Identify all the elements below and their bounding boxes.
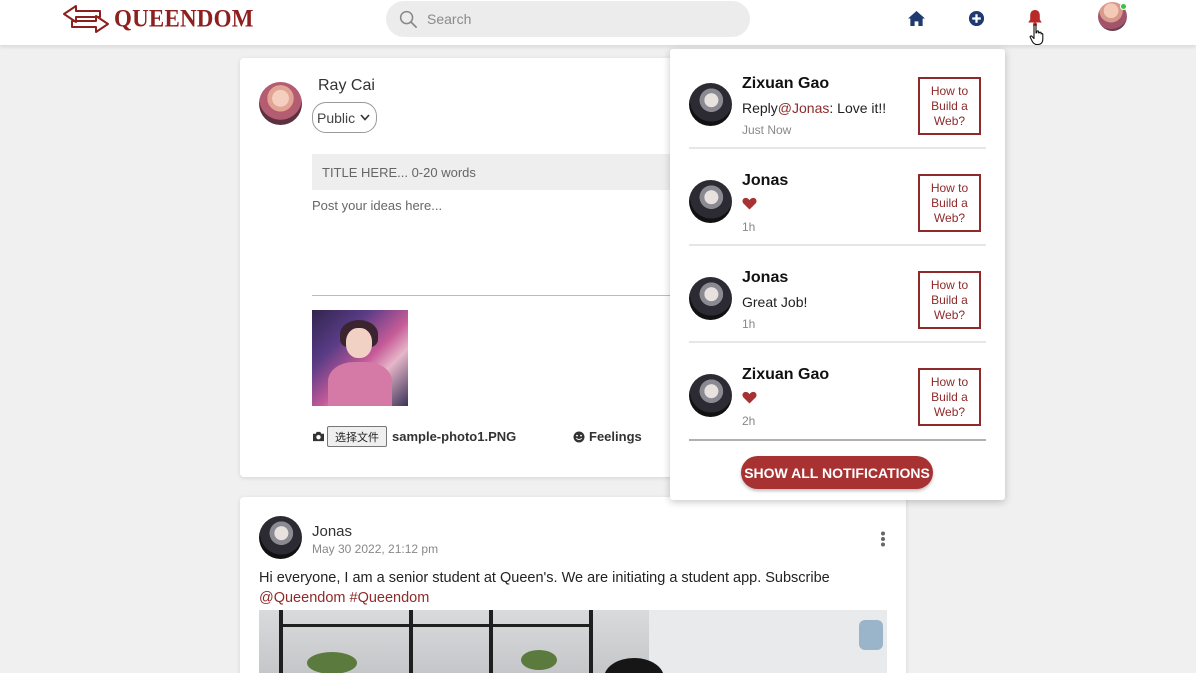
notification-item[interactable]: Zixuan Gao Reply@Jonas: Love it!! Just N…: [689, 53, 986, 149]
online-status-dot: [1120, 3, 1127, 10]
attach-row: 选择文件 sample-photo1.PNG: [312, 426, 516, 447]
more-options-icon[interactable]: [880, 531, 886, 547]
notifications-dropdown: Zixuan Gao Reply@Jonas: Love it!! Just N…: [670, 49, 1005, 500]
notification-post-thumb[interactable]: How to Build a Web?: [918, 174, 981, 232]
notification-separator: [689, 244, 986, 246]
notification-time: 1h: [742, 317, 756, 331]
post-photo: [259, 610, 887, 673]
choose-file-button[interactable]: 选择文件: [327, 426, 387, 447]
notification-post-thumb[interactable]: How to Build a Web?: [918, 271, 981, 329]
post-author[interactable]: Jonas: [312, 523, 352, 540]
notification-avatar: [689, 374, 732, 417]
notifications-divider: [689, 439, 986, 441]
notification-text-suffix: : Love it!!: [829, 100, 887, 116]
mention-link[interactable]: @Queendom: [259, 590, 345, 606]
notification-avatar: [689, 83, 732, 126]
composer-user-name: Ray Cai: [318, 77, 375, 94]
notification-avatar: [689, 180, 732, 223]
post-body: Hi everyone, I am a senior student at Qu…: [259, 568, 889, 608]
logo-text: QUEENDOM: [114, 4, 254, 33]
notification-item[interactable]: Jonas Great Job! 1h How to Build a Web?: [689, 247, 986, 343]
create-post-button[interactable]: [966, 8, 986, 28]
feelings-label: Feelings: [589, 429, 642, 444]
search-bar[interactable]: [386, 1, 750, 37]
privacy-value: Public: [317, 109, 356, 126]
composer-divider: [312, 295, 672, 296]
notification-item[interactable]: Zixuan Gao 2h How to Build a Web?: [689, 344, 986, 440]
notification-post-thumb[interactable]: How to Build a Web?: [918, 77, 981, 135]
post-author-avatar[interactable]: [259, 516, 302, 559]
camera-icon: [313, 431, 324, 442]
notification-user: Jonas: [742, 172, 789, 189]
smile-icon: [573, 431, 585, 442]
add-circle-icon: [968, 10, 984, 26]
hashtag-link[interactable]: #Queendom: [350, 590, 430, 606]
notification-time: Just Now: [742, 123, 792, 137]
notification-text-prefix: Reply: [742, 100, 778, 116]
notification-avatar: [689, 277, 732, 320]
notification-separator: [689, 147, 986, 149]
notification-post-thumb[interactable]: How to Build a Web?: [918, 368, 981, 426]
hand-cursor-icon: [1029, 24, 1044, 46]
notification-user: Zixuan Gao: [742, 366, 830, 383]
feelings-button[interactable]: Feelings: [573, 429, 642, 444]
post-date: May 30 2022, 21:12 pm: [312, 542, 439, 556]
logo[interactable]: QUEENDOM: [62, 4, 254, 34]
composer-avatar: [259, 82, 302, 125]
notification-time: 1h: [742, 220, 756, 234]
notification-text: Great Job!: [742, 294, 808, 310]
search-input[interactable]: [427, 11, 727, 27]
notification-item[interactable]: Jonas 1h How to Build a Web?: [689, 150, 986, 246]
home-icon: [907, 10, 925, 26]
notification-time: 2h: [742, 414, 756, 428]
notification-text: Reply@Jonas: Love it!!: [742, 100, 886, 116]
notification-separator: [689, 341, 986, 343]
title-input[interactable]: [312, 154, 672, 190]
top-navbar: QUEENDOM: [0, 0, 1196, 45]
search-icon: [399, 10, 417, 28]
privacy-select[interactable]: Public: [312, 102, 377, 133]
notification-user: Zixuan Gao: [742, 75, 830, 92]
uploaded-photo-preview: [312, 310, 408, 406]
file-name: sample-photo1.PNG: [392, 429, 517, 444]
show-all-notifications-button[interactable]: SHOW ALL NOTIFICATIONS: [741, 456, 933, 489]
home-button[interactable]: [906, 8, 926, 28]
heart-icon: [742, 197, 757, 210]
notification-user: Jonas: [742, 269, 789, 286]
heart-icon: [742, 391, 757, 404]
chevron-down-icon: [360, 114, 370, 121]
post-text: Hi everyone, I am a senior student at Qu…: [259, 570, 830, 586]
swap-arrows-icon: [63, 5, 109, 33]
notification-mention[interactable]: @Jonas: [778, 100, 830, 116]
body-textarea[interactable]: [312, 198, 672, 288]
post-card: Jonas May 30 2022, 21:12 pm Hi everyone,…: [240, 497, 906, 673]
